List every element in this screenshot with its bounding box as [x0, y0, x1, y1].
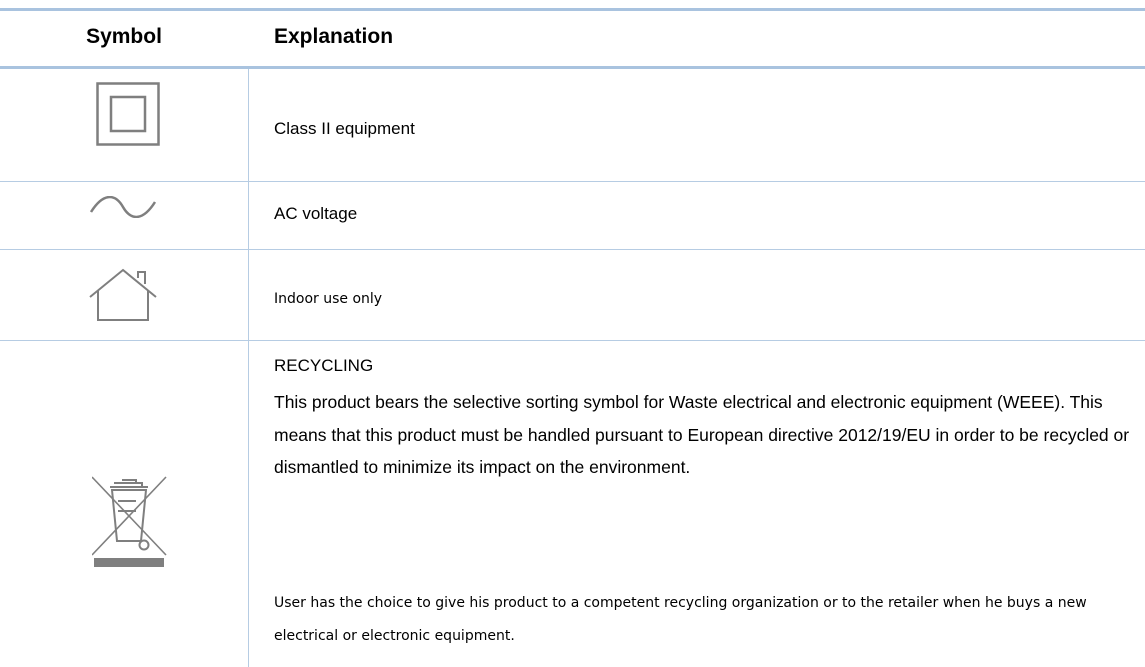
header-explanation: Explanation	[274, 25, 394, 48]
recycling-title: RECYCLING	[274, 356, 374, 375]
crossed-out-wheelie-bin-icon	[92, 476, 167, 567]
house-indoor-icon	[89, 268, 157, 321]
header-divider	[0, 66, 1145, 69]
row-divider	[0, 181, 1145, 182]
symbol-table: Symbol Explanation Class II equipment AC…	[0, 0, 1145, 667]
row-text: Class II equipment	[274, 119, 415, 138]
row-divider	[0, 249, 1145, 250]
header-symbol: Symbol	[86, 25, 162, 48]
recycling-note: User has the choice to give his product …	[274, 595, 1087, 644]
row-divider	[0, 340, 1145, 341]
row-text: AC voltage	[274, 204, 358, 223]
column-divider	[248, 69, 249, 667]
recycling-paragraph: This product bears the selective sorting…	[274, 392, 1130, 477]
row-text: Indoor use only	[274, 291, 383, 307]
ac-voltage-icon	[89, 196, 157, 218]
class-ii-equipment-icon	[96, 82, 160, 146]
table-top-border	[0, 8, 1145, 11]
